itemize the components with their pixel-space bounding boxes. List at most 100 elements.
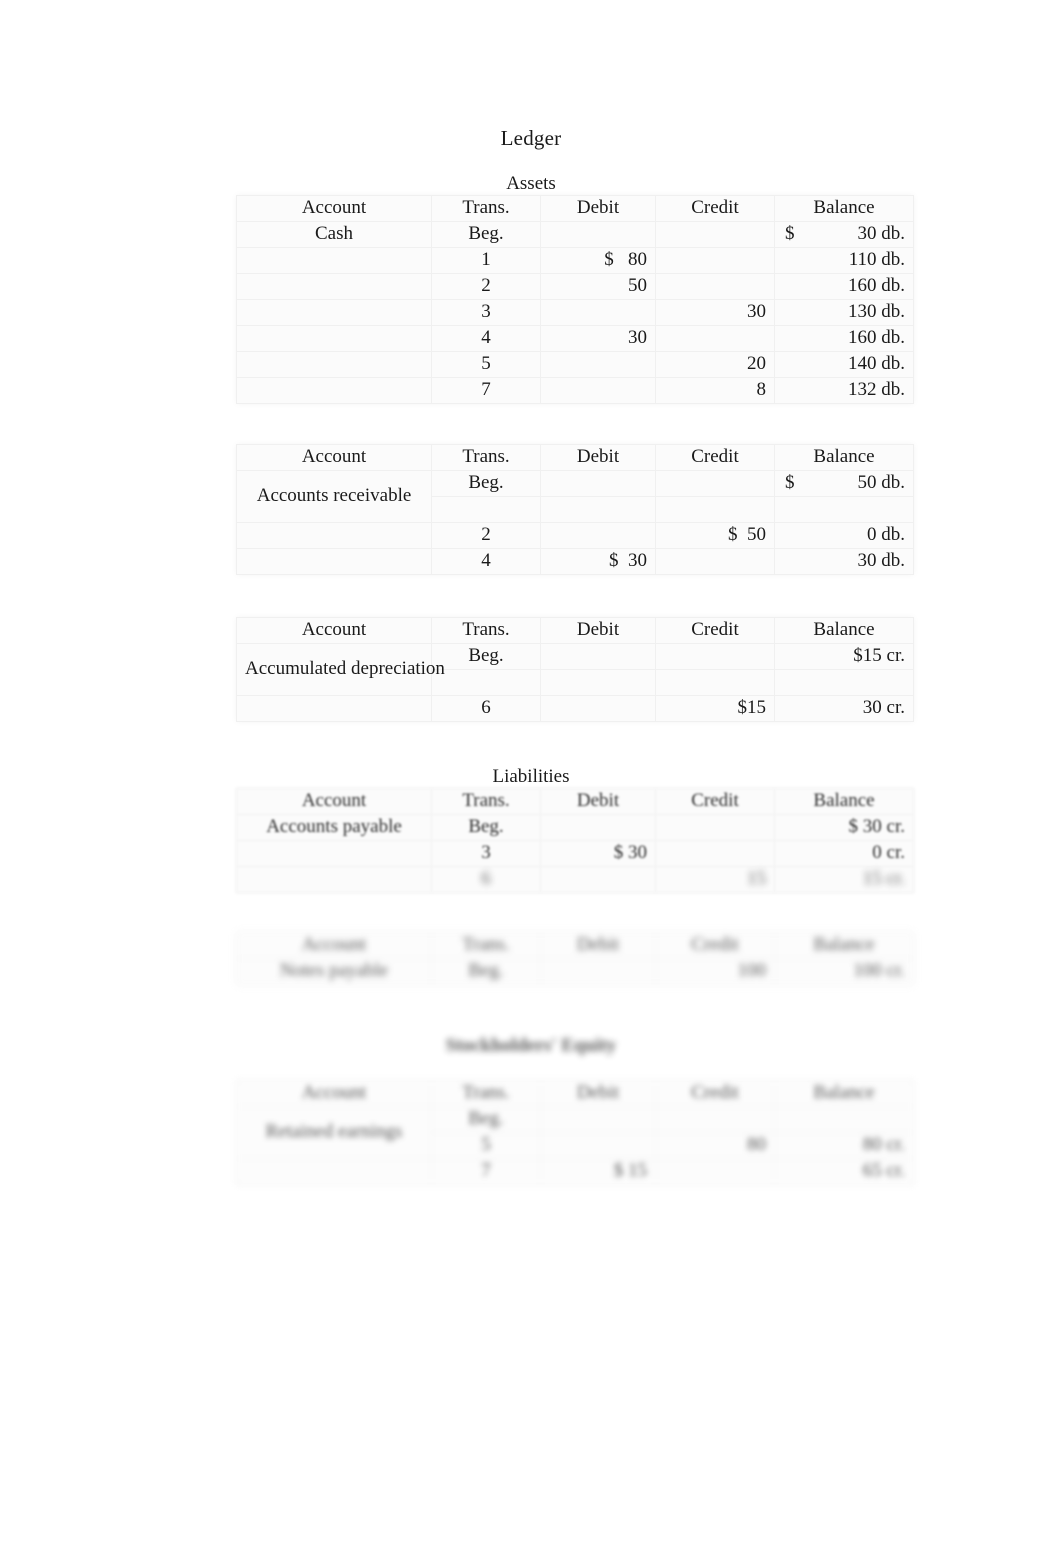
table-row: 4 30 160 db.: [236, 325, 914, 352]
column-header-balance: Balance: [774, 617, 914, 644]
column-header-account: Account: [236, 195, 432, 222]
cell-debit: [540, 496, 656, 523]
cell-debit: [540, 1132, 656, 1159]
cell-trans: 5: [431, 351, 541, 378]
table-row: Notes payable Beg. 100 100 cr.: [236, 958, 914, 985]
cell-account-blank: [236, 247, 432, 274]
cell-credit: $15: [655, 695, 775, 722]
cell-trans: [431, 496, 541, 523]
cell-trans: 7: [431, 1158, 541, 1185]
account-name: Accumulated depreciation: [236, 643, 445, 696]
balance-value: 50 db.: [857, 472, 906, 494]
cell-trans: 5: [431, 1132, 541, 1159]
cell-debit: [540, 958, 656, 985]
column-header-trans: Trans.: [431, 1080, 541, 1107]
cell-credit: [655, 840, 775, 867]
cell-debit: [540, 866, 656, 893]
cell-credit: 20: [655, 351, 775, 378]
table-header-row: Account Trans. Debit Credit Balance: [236, 617, 914, 644]
table-row: 1 $ 80 110 db.: [236, 247, 914, 274]
column-header-credit: Credit: [655, 444, 775, 471]
cell-balance: [774, 669, 914, 696]
cell-trans: Beg.: [431, 958, 541, 985]
cell-debit: [540, 470, 656, 497]
cell-trans: 7: [431, 377, 541, 404]
cell-balance: 30 cr.: [774, 695, 914, 722]
column-header-credit: Credit: [655, 195, 775, 222]
cell-debit: $ 30: [540, 548, 656, 575]
cell-balance: 140 db.: [774, 351, 914, 378]
cell-account-blank: [236, 377, 432, 404]
section-title-assets: Assets: [506, 173, 556, 194]
cell-trans: 2: [431, 273, 541, 300]
table-row: Accounts payable Beg. $ 30 cr.: [236, 814, 914, 841]
cell-debit: [540, 695, 656, 722]
cell-balance: 132 db.: [774, 377, 914, 404]
cell-debit: [540, 221, 656, 248]
cell-balance: 80 cr.: [774, 1132, 914, 1159]
column-header-balance: Balance: [774, 788, 914, 815]
cell-balance: 100 cr.: [774, 958, 914, 985]
cell-trans: 4: [431, 325, 541, 352]
cell-balance: $ 50 db.: [774, 470, 914, 497]
cell-balance: 160 db.: [774, 325, 914, 352]
table-header-row: Account Trans. Debit Credit Balance: [236, 788, 914, 815]
table-row: 2 $ 50 0 db.: [236, 522, 914, 549]
table-row: Cash Beg. $ 30 db.: [236, 221, 914, 248]
column-header-account: Account: [236, 932, 432, 959]
cell-balance: 15 cr.: [774, 866, 914, 893]
table-header-row: Account Trans. Debit Credit Balance: [236, 195, 914, 222]
cell-credit: [655, 1106, 775, 1133]
section-title-stockholders-equity: Stockholders' Equity: [445, 1035, 617, 1056]
cell-credit: 100: [655, 958, 775, 985]
cell-debit: [540, 643, 656, 670]
cell-account-blank: [236, 695, 432, 722]
column-header-balance: Balance: [774, 444, 914, 471]
cell-trans: Beg.: [431, 1106, 541, 1133]
cell-trans: Beg.: [431, 643, 541, 670]
table-row: 7 8 132 db.: [236, 377, 914, 404]
cell-account-blank: [236, 273, 432, 300]
column-header-account: Account: [236, 444, 432, 471]
cell-account-blank: [236, 299, 432, 326]
cell-credit: 8: [655, 377, 775, 404]
cell-trans: 2: [431, 522, 541, 549]
table-row: 2 50 160 db.: [236, 273, 914, 300]
column-header-account: Account: [236, 1080, 432, 1107]
table-row: Accumulated depreciation Beg. $15 cr.: [236, 643, 914, 696]
column-header-debit: Debit: [540, 788, 656, 815]
cell-debit: $ 15: [540, 1158, 656, 1185]
column-header-trans: Trans.: [431, 195, 541, 222]
column-header-account: Account: [236, 788, 432, 815]
column-header-trans: Trans.: [431, 932, 541, 959]
column-header-trans: Trans.: [431, 617, 541, 644]
cell-debit: [540, 669, 656, 696]
column-header-credit: Credit: [655, 1080, 775, 1107]
cell-balance: 130 db.: [774, 299, 914, 326]
page-title: Ledger: [500, 126, 562, 150]
table-row: 5 20 140 db.: [236, 351, 914, 378]
cell-balance: [774, 496, 914, 523]
ledger-table-cash: Account Trans. Debit Credit Balance Cash…: [236, 195, 914, 404]
balance-value: 30 db.: [857, 223, 906, 245]
cell-debit: [540, 1106, 656, 1133]
cell-balance: 160 db.: [774, 273, 914, 300]
cell-account-blank: [236, 522, 432, 549]
cell-account-blank: [236, 840, 432, 867]
table-row: 4 $ 30 30 db.: [236, 548, 914, 575]
account-name: Accounts payable: [236, 814, 432, 841]
cell-credit: 30: [655, 299, 775, 326]
cell-balance: [774, 1106, 914, 1133]
column-header-balance: Balance: [774, 195, 914, 222]
cell-credit: [655, 814, 775, 841]
cell-debit: 50: [540, 273, 656, 300]
ledger-table-accounts-receivable: Account Trans. Debit Credit Balance Acco…: [236, 444, 914, 575]
column-header-debit: Debit: [540, 617, 656, 644]
cell-credit: [655, 221, 775, 248]
cell-balance: $15 cr.: [774, 643, 914, 670]
column-header-balance: Balance: [774, 932, 914, 959]
table-row: 3 30 130 db.: [236, 299, 914, 326]
cell-debit: $ 30: [540, 840, 656, 867]
currency-symbol: $: [785, 223, 795, 245]
ledger-page: Ledger Assets Account Trans. Debit Credi…: [0, 0, 1062, 1561]
